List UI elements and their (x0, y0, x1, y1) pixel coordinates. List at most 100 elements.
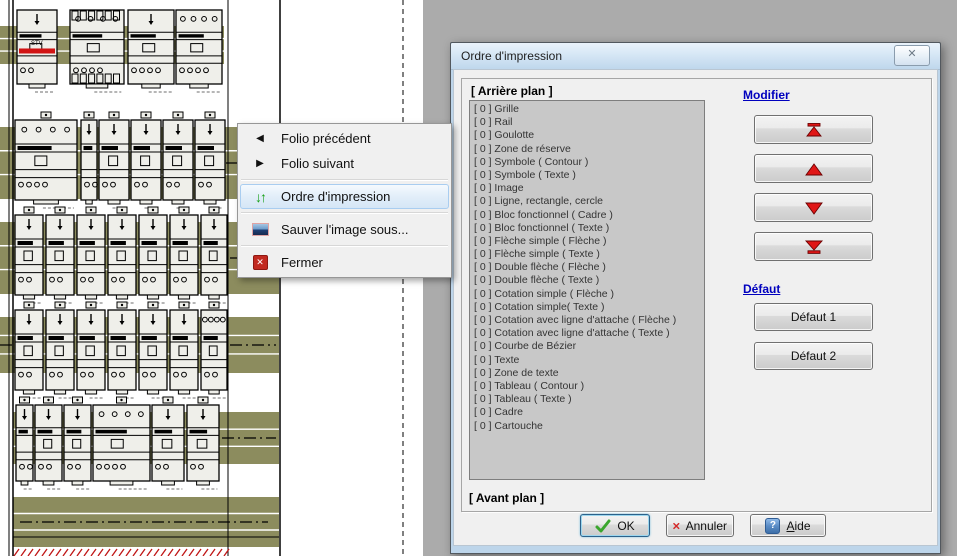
layer-row[interactable]: [ 0 ] Cartouche (474, 420, 704, 433)
din-device (128, 10, 174, 92)
sort-arrows-icon: ↓↑ (247, 189, 273, 205)
menu-item-label: Ordre d'impression (281, 189, 390, 204)
move-to-bottom-icon (803, 240, 825, 254)
dialog-title: Ordre d'impression (461, 49, 562, 63)
red-hatch-border (14, 549, 229, 556)
layer-row[interactable]: [ 0 ] Courbe de Bézier (474, 340, 704, 353)
layer-row[interactable]: [ 0 ] Zone de texte (474, 367, 704, 380)
dialog-titlebar[interactable]: Ordre d'impression ✕ (451, 43, 940, 70)
din-device (176, 10, 222, 92)
din-device (201, 207, 227, 303)
din-device (77, 207, 105, 303)
layer-row[interactable]: [ 0 ] Tableau ( Contour ) (474, 380, 704, 393)
din-device (93, 397, 150, 489)
move-up-icon (803, 162, 825, 176)
din-device (16, 397, 33, 489)
layer-row[interactable]: [ 0 ] Cotation avec ligne d'attache ( Te… (474, 327, 704, 340)
menu-item-sauver-image-sous[interactable]: Sauver l'image sous... (240, 217, 449, 242)
menu-item-ordre-impression[interactable]: ↓↑ Ordre d'impression (240, 184, 449, 209)
move-to-top-button[interactable] (754, 115, 873, 144)
menu-separator (241, 245, 448, 247)
layer-row[interactable]: [ 0 ] Cotation simple ( Flèche ) (474, 288, 704, 301)
menu-item-fermer[interactable]: ✕ Fermer (240, 250, 449, 275)
layer-row[interactable]: [ 0 ] Symbole ( Contour ) (474, 156, 704, 169)
din-device (163, 112, 193, 208)
ok-button[interactable]: OK (580, 514, 650, 537)
layer-row[interactable]: [ 0 ] Flèche simple ( Texte ) (474, 248, 704, 261)
surge-device-label: STV (31, 41, 43, 47)
cancel-button-label: Annuler (686, 519, 727, 533)
layer-row[interactable]: [ 0 ] Grille (474, 103, 704, 116)
layer-row[interactable]: [ 0 ] Cadre (474, 406, 704, 419)
din-device (35, 397, 62, 489)
menu-item-label: Fermer (281, 255, 323, 270)
layer-row[interactable]: [ 0 ] Double flèche ( Flèche ) (474, 261, 704, 274)
layer-row[interactable]: [ 0 ] Ligne, rectangle, cercle (474, 195, 704, 208)
image-icon (247, 223, 273, 236)
help-button-label: Aide (786, 519, 810, 533)
move-down-button[interactable] (754, 193, 873, 222)
cross-icon (673, 519, 680, 533)
din-device (201, 302, 227, 398)
close-icon: ✕ (247, 255, 273, 270)
foreground-plane-label: [ Avant plan ] (469, 491, 544, 505)
schematic-canvas[interactable]: STV (0, 0, 423, 556)
layer-row[interactable]: [ 0 ] Bloc fonctionnel ( Cadre ) (474, 209, 704, 222)
question-mark-icon: ? (765, 518, 780, 534)
din-device (139, 207, 167, 303)
din-device (81, 112, 97, 208)
defaut-buttons: Défaut 1 Défaut 2 (754, 303, 873, 370)
move-up-button[interactable] (754, 154, 873, 183)
menu-item-folio-suivant[interactable]: ▶Folio suivant (240, 151, 449, 176)
din-device (64, 397, 91, 489)
cancel-button[interactable]: Annuler (666, 514, 734, 537)
din-device (139, 302, 167, 398)
menu-separator (241, 212, 448, 214)
modifier-label: Modifier (743, 88, 790, 102)
move-to-bottom-button[interactable] (754, 232, 873, 261)
layer-row[interactable]: [ 0 ] Tableau ( Texte ) (474, 393, 704, 406)
print-order-dialog: Ordre d'impression ✕ [ Arrière plan ] [ … (450, 42, 941, 554)
din-device (108, 207, 136, 303)
modifier-buttons (754, 115, 873, 261)
din-device (131, 112, 161, 208)
layer-row[interactable]: [ 0 ] Image (474, 182, 704, 195)
menu-item-label: Sauver l'image sous... (281, 222, 409, 237)
close-button[interactable]: ✕ (894, 45, 930, 66)
layer-row[interactable]: [ 0 ] Cotation simple( Texte ) (474, 301, 704, 314)
help-button[interactable]: ? Aide (750, 514, 826, 537)
defaut-2-button[interactable]: Défaut 2 (754, 342, 873, 370)
defaut-label: Défaut (743, 282, 780, 296)
defaut-1-button[interactable]: Défaut 1 (754, 303, 873, 331)
layer-row[interactable]: [ 0 ] Goulotte (474, 129, 704, 142)
din-device (108, 302, 136, 398)
move-to-top-icon (803, 123, 825, 137)
layer-row[interactable]: [ 0 ] Rail (474, 116, 704, 129)
layer-row[interactable]: [ 0 ] Cotation avec ligne d'attache ( Fl… (474, 314, 704, 327)
din-device (15, 112, 77, 208)
din-device (170, 302, 198, 398)
menu-item-label: Folio suivant (281, 156, 354, 171)
layer-row[interactable]: [ 0 ] Double flèche ( Texte ) (474, 274, 704, 287)
layer-row[interactable]: [ 0 ] Bloc fonctionnel ( Texte ) (474, 222, 704, 235)
dialog-client-area: [ Arrière plan ] [ 0 ] Grille[ 0 ] Rail[… (453, 69, 938, 546)
layer-row[interactable]: [ 0 ] Texte (474, 354, 704, 367)
context-menu: ◀Folio précédent▶Folio suivant ↓↑ Ordre d'… (237, 123, 452, 278)
din-device (46, 302, 74, 398)
din-device (15, 207, 43, 303)
din-device: STV (17, 10, 57, 92)
layer-listbox[interactable]: [ 0 ] Grille[ 0 ] Rail[ 0 ] Goulotte[ 0 … (469, 100, 705, 480)
move-down-icon (803, 201, 825, 215)
din-device (46, 207, 74, 303)
background-plane-label: [ Arrière plan ] (471, 84, 553, 98)
ok-button-label: OK (617, 519, 634, 533)
menu-separator (241, 179, 448, 181)
layer-row[interactable]: [ 0 ] Zone de réserve (474, 143, 704, 156)
din-device (15, 302, 43, 398)
layer-row[interactable]: [ 0 ] Symbole ( Texte ) (474, 169, 704, 182)
din-device (152, 397, 184, 489)
din-device (187, 397, 219, 489)
check-icon (595, 519, 611, 533)
layer-row[interactable]: [ 0 ] Flèche simple ( Flèche ) (474, 235, 704, 248)
menu-item-folio-precedent[interactable]: ◀Folio précédent (240, 126, 449, 151)
